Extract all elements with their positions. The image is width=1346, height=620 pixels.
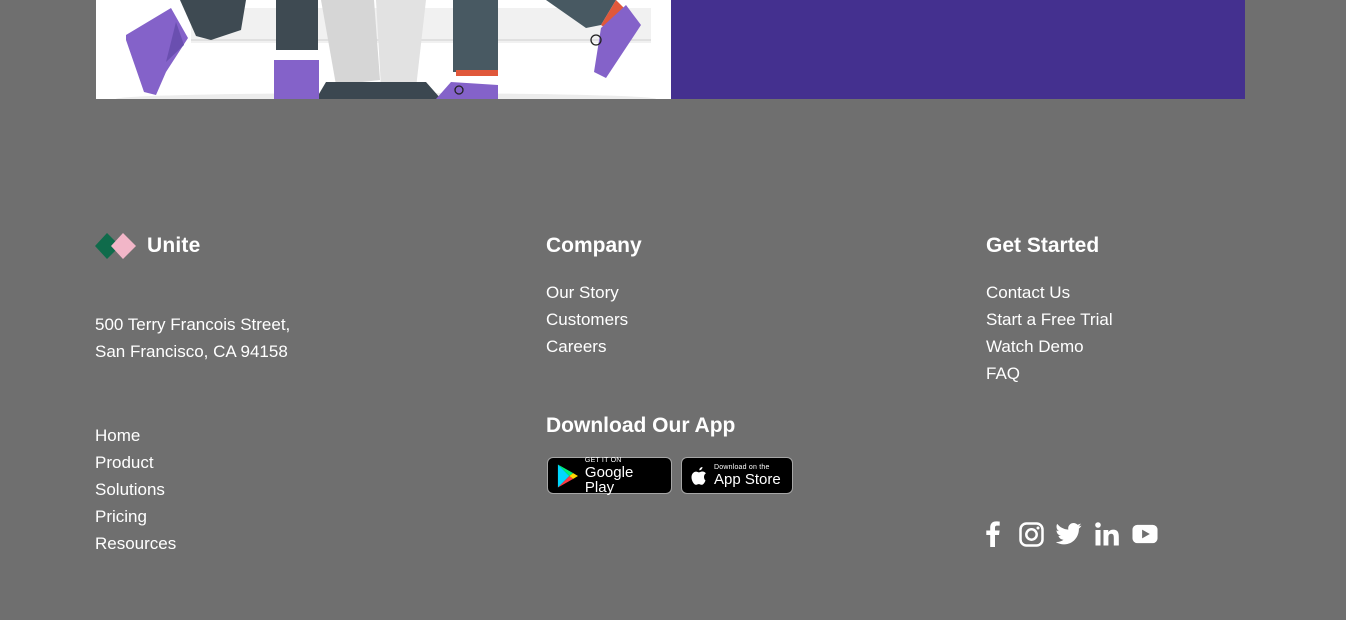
illustration-svg — [116, 0, 656, 99]
app-store-button[interactable]: Download on the App Store — [681, 457, 793, 494]
link-free-trial[interactable]: Start a Free Trial — [986, 306, 1113, 333]
facebook-icon[interactable] — [980, 520, 1006, 548]
address-line-2: San Francisco, CA 94158 — [95, 342, 288, 361]
address-line-1: 500 Terry Francois Street, — [95, 315, 291, 334]
twitter-icon[interactable] — [1056, 520, 1082, 548]
brand[interactable]: Unite — [95, 232, 201, 260]
google-play-button[interactable]: GET IT ON Google Play — [547, 456, 672, 496]
instagram-icon[interactable] — [1018, 520, 1044, 548]
address: 500 Terry Francois Street, San Francisco… — [95, 311, 290, 365]
nav-link-solutions[interactable]: Solutions — [95, 476, 176, 503]
google-play-icon — [557, 464, 578, 487]
get-started-heading: Get Started — [986, 234, 1100, 257]
people-walking-illustration — [96, 0, 671, 99]
nav-link-resources[interactable]: Resources — [95, 530, 176, 557]
apple-icon — [691, 466, 706, 485]
app-store-big-text: App Store — [714, 471, 781, 488]
link-contact-us[interactable]: Contact Us — [986, 279, 1113, 306]
nav-link-pricing[interactable]: Pricing — [95, 503, 176, 530]
brand-name: Unite — [147, 234, 201, 257]
footer-nav: Home Product Solutions Pricing Resources — [95, 422, 176, 557]
google-play-small-text: GET IT ON — [584, 456, 622, 464]
download-app-heading: Download Our App — [546, 414, 736, 437]
google-play-big-text: Google Play — [584, 463, 634, 496]
nav-link-home[interactable]: Home — [95, 422, 176, 449]
link-watch-demo[interactable]: Watch Demo — [986, 333, 1113, 360]
link-careers[interactable]: Careers — [546, 333, 628, 360]
hero-purple-panel — [671, 0, 1245, 99]
store-badges: GET IT ON Google Play Download on the Ap… — [547, 456, 793, 496]
unite-logo-icon — [95, 233, 136, 259]
app-store-small-text: Download on the — [714, 464, 770, 471]
social-links — [980, 520, 1158, 548]
company-heading: Company — [546, 234, 642, 257]
hero-strip — [96, 0, 1245, 99]
link-our-story[interactable]: Our Story — [546, 279, 628, 306]
company-links: Our Story Customers Careers — [546, 279, 628, 360]
youtube-icon[interactable] — [1132, 520, 1158, 548]
link-faq[interactable]: FAQ — [986, 360, 1113, 387]
nav-link-product[interactable]: Product — [95, 449, 176, 476]
link-customers[interactable]: Customers — [546, 306, 628, 333]
linkedin-icon[interactable] — [1094, 520, 1120, 548]
get-started-links: Contact Us Start a Free Trial Watch Demo… — [986, 279, 1113, 387]
